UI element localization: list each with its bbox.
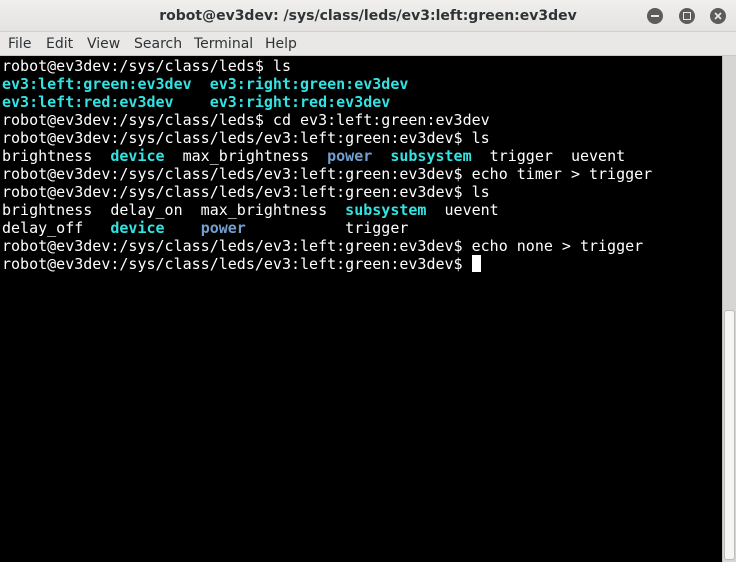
terminal-text-segment: trigger uevent (471, 147, 626, 165)
terminal-text-segment: robot@ev3dev:/sys/class/leds/ev3:left:gr… (2, 129, 490, 147)
terminal-text-segment: robot@ev3dev:/sys/class/leds/ev3:left:gr… (2, 237, 644, 255)
terminal-text-segment: brightness (2, 147, 111, 165)
terminal-text-segment: robot@ev3dev:/sys/class/leds$ ls (2, 57, 291, 75)
minimize-icon (651, 15, 659, 17)
terminal-line: robot@ev3dev:/sys/class/leds/ev3:left:gr… (2, 129, 652, 147)
close-button[interactable] (710, 8, 726, 24)
maximize-icon (683, 12, 691, 20)
terminal-text-segment: max_brightness (164, 147, 328, 165)
terminal-text-segment: uevent (426, 201, 499, 219)
terminal-line: robot@ev3dev:/sys/class/leds/ev3:left:gr… (2, 165, 652, 183)
directory-entry: subsystem (390, 147, 472, 165)
menu-help[interactable]: Help (265, 32, 297, 56)
terminal-text-segment: robot@ev3dev:/sys/class/leds/ev3:left:gr… (2, 165, 653, 183)
close-icon (714, 12, 722, 20)
menu-search[interactable]: Search (134, 32, 182, 56)
terminal-line: ev3:left:green:ev3dev ev3:right:green:ev… (2, 75, 652, 93)
minimize-button[interactable] (647, 8, 663, 24)
scrollbar-thumb[interactable] (724, 310, 735, 560)
directory-entry: ev3:right:red:ev3dev (209, 93, 391, 111)
terminal-text-segment: delay_off (2, 219, 111, 237)
menu-terminal[interactable]: Terminal (194, 32, 253, 56)
terminal-text-segment: robot@ev3dev:/sys/class/leds/ev3:left:gr… (2, 255, 472, 273)
symlink-entry: power (200, 219, 246, 237)
scrollbar[interactable] (722, 56, 736, 562)
menu-bar: File Edit View Search Terminal Help (0, 32, 736, 56)
window-title: robot@ev3dev: /sys/class/leds/ev3:left:g… (159, 8, 577, 24)
terminal-line: delay_off device power trigger (2, 219, 652, 237)
terminal-line: robot@ev3dev:/sys/class/leds/ev3:left:gr… (2, 237, 652, 255)
terminal-text-segment: brightness delay_on max_brightness (2, 201, 346, 219)
directory-entry: device (110, 147, 165, 165)
terminal-line: robot@ev3dev:/sys/class/leds/ev3:left:gr… (2, 183, 652, 201)
terminal-line: robot@ev3dev:/sys/class/leds/ev3:left:gr… (2, 255, 652, 273)
terminal-line: brightness delay_on max_brightness subsy… (2, 201, 652, 219)
directory-entry: device (110, 219, 165, 237)
directory-entry: ev3:left:green:ev3dev (2, 75, 192, 93)
terminal-cursor (471, 255, 481, 272)
terminal-line: robot@ev3dev:/sys/class/leds$ cd ev3:lef… (2, 111, 652, 129)
symlink-entry: power (327, 147, 373, 165)
directory-entry: ev3:right:green:ev3dev (209, 75, 409, 93)
menu-edit[interactable]: Edit (46, 32, 73, 56)
directory-entry: subsystem (345, 201, 427, 219)
terminal-text-segment: robot@ev3dev:/sys/class/leds$ cd ev3:lef… (2, 111, 490, 129)
terminal-text-segment: robot@ev3dev:/sys/class/leds/ev3:left:gr… (2, 183, 490, 201)
terminal-output[interactable]: robot@ev3dev:/sys/class/leds$ ls ev3:left… (0, 56, 722, 562)
directory-entry: ev3:left:red:ev3dev (2, 93, 174, 111)
title-bar[interactable]: robot@ev3dev: /sys/class/leds/ev3:left:g… (0, 0, 736, 32)
terminal-line: brightness device max_brightness power s… (2, 147, 652, 165)
maximize-button[interactable] (679, 8, 695, 24)
terminal-window: robot@ev3dev: /sys/class/leds/ev3:left:g… (0, 0, 736, 562)
terminal-line: robot@ev3dev:/sys/class/leds$ ls (2, 57, 652, 75)
terminal-text: robot@ev3dev:/sys/class/leds$ ls ev3:left… (2, 57, 652, 273)
terminal-line: ev3:left:red:ev3dev ev3:right:red:ev3dev (2, 93, 652, 111)
terminal-text-segment: trigger (245, 219, 409, 237)
menu-file[interactable]: File (8, 32, 31, 56)
menu-view[interactable]: View (87, 32, 120, 56)
